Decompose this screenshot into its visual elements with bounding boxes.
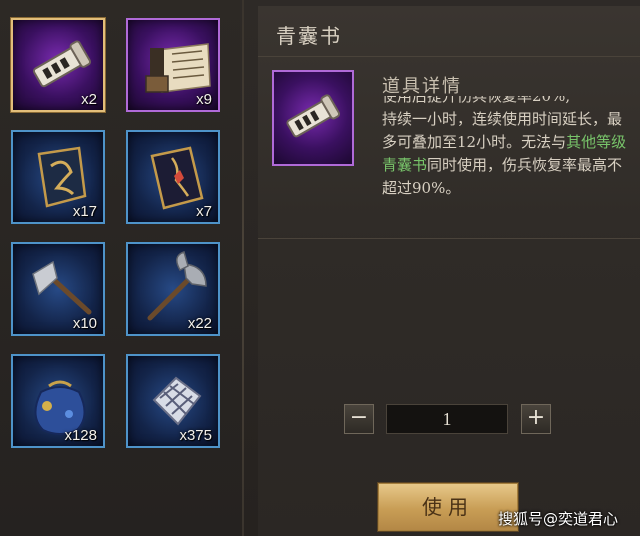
description-partial-line: 使用后提升伤兵恢复率20%, <box>382 96 571 105</box>
increase-quantity-button[interactable]: + <box>521 404 551 434</box>
item-title: 青囊书 <box>276 24 342 48</box>
quantity-input[interactable]: 1 <box>386 404 508 434</box>
item-count: x22 <box>187 315 212 332</box>
divider <box>258 56 640 57</box>
item-count: x375 <box>179 427 212 444</box>
item-detail-panel: 青囊书 道具详情 使用后提升伤兵恢复率20%, 持续一小时，连续使用时间延长，最多… <box>258 6 640 536</box>
inventory-panel: x2 x9 x17 x7 x10 x22 x128 x375 <box>0 0 240 536</box>
watermark: 搜狐号@奕道君心 <box>498 510 619 528</box>
item-count: x128 <box>64 427 97 444</box>
scroll-icon <box>286 94 341 138</box>
divider <box>258 238 640 239</box>
inventory-slot-battle-axe[interactable]: x22 <box>126 242 220 336</box>
decrease-quantity-button[interactable]: − <box>344 404 374 434</box>
item-count: x17 <box>72 203 97 220</box>
item-details-heading: 道具详情 <box>382 76 462 97</box>
inventory-slot-shield-plate-gold[interactable]: x17 <box>11 130 105 224</box>
item-count: x10 <box>72 315 97 332</box>
item-count: x9 <box>196 91 212 108</box>
inventory-slot-seal-document[interactable]: x9 <box>126 18 220 112</box>
item-description: 使用后提升伤兵恢复率20%, 持续一小时，连续使用时间延长，最多可叠加至12小时。… <box>382 96 634 236</box>
inventory-slot-shield-plate-gem[interactable]: x7 <box>126 130 220 224</box>
item-count: x2 <box>81 91 97 108</box>
inventory-slot-scroll[interactable]: x2 <box>11 18 105 112</box>
use-button[interactable]: 使用 <box>378 483 518 531</box>
inventory-slot-pouch[interactable]: x128 <box>11 354 105 448</box>
inventory-slot-axe[interactable]: x10 <box>11 242 105 336</box>
inventory-slot-crystal[interactable]: x375 <box>126 354 220 448</box>
game-screen: x2 x9 x17 x7 x10 x22 x128 x375 青囊书 道具详情 … <box>0 0 640 536</box>
item-count: x7 <box>196 203 212 220</box>
selected-item-icon-frame <box>272 70 354 166</box>
panel-divider <box>242 0 244 536</box>
